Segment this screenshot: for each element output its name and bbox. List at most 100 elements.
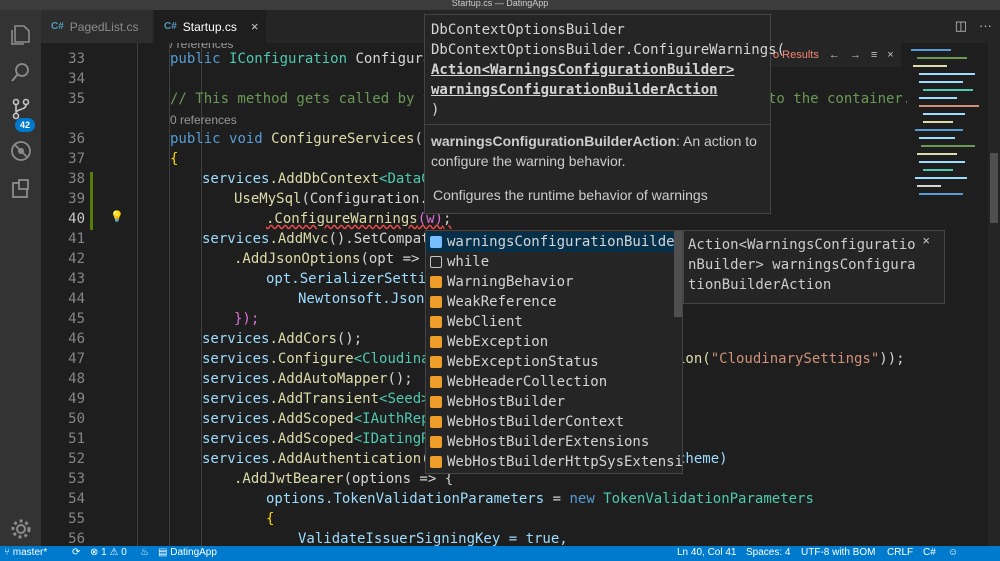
suggestion-item[interactable]: while [426, 252, 682, 272]
line-number: 39 [68, 191, 85, 207]
status-bar: ⑂ master* ⟳ ⊗ 1 ⚠ 0 ♨ ▤ DatingApp Ln 40,… [0, 546, 1000, 561]
suggestion-item[interactable]: WarningBehavior [426, 272, 682, 292]
title-bar: Startup.cs — DatingApp [0, 0, 1000, 10]
settings-gear-icon[interactable] [8, 516, 34, 542]
class-icon [430, 356, 442, 368]
sync-icon[interactable]: ⟳ [72, 547, 80, 558]
encoding-status[interactable]: UTF-8 with BOM [801, 547, 875, 558]
code-line-42: .AddJsonOptions(opt => { [234, 251, 437, 267]
activity-bar: 42 [0, 10, 41, 546]
code-line-45: }); [234, 311, 260, 327]
code-line-37: { [170, 151, 179, 167]
code-line-41: services.AddMvc().SetCompati [202, 231, 439, 247]
class-icon [430, 396, 442, 408]
parameter-documentation: warningsConfigurationBuilderAction: An a… [431, 133, 757, 169]
extensions-icon[interactable] [8, 176, 34, 202]
editor-actions: ◫ ··· [955, 18, 992, 34]
editor-scrollbar[interactable] [988, 43, 1000, 546]
code-line-44: Newtonsoft.Json. [298, 291, 433, 307]
more-actions-icon[interactable]: ··· [979, 18, 992, 34]
line-number: 34 [68, 71, 85, 87]
signature-method: DbContextOptionsBuilder.ConfigureWarning… [431, 42, 786, 58]
scm-badge: 42 [15, 118, 35, 132]
suggestion-item-selected[interactable]: warningsConfigurationBuilderA [426, 232, 682, 252]
code-line-43: opt.SerializerSettin [266, 271, 435, 287]
class-icon [430, 316, 442, 328]
code-line-35-tail: to the container. [768, 91, 907, 107]
problems-status[interactable]: ⊗ 1 ⚠ 0 [90, 547, 127, 558]
line-number: 42 [68, 251, 85, 267]
window-title: Startup.cs — DatingApp [451, 0, 549, 8]
suggestion-widget[interactable]: warningsConfigurationBuilderA while Warn… [425, 230, 683, 474]
line-number: 53 [68, 471, 85, 487]
line-number: 41 [68, 231, 85, 247]
code-line-47-tail: ion("CloudinarySettings")); [677, 351, 905, 367]
find-in-selection-icon[interactable]: ≡ [871, 49, 877, 61]
suggestion-scrollbar[interactable] [674, 231, 682, 317]
suggestion-item[interactable]: WebHostBuilderContext [426, 412, 682, 432]
line-number-gutter: 33 34 35 36 37 38 39 40 41 42 43 44 45 4… [41, 43, 111, 547]
signature-close-paren: ) [431, 102, 440, 118]
code-line-56: ValidateIssuerSigningKey = true, [298, 531, 568, 546]
scrollbar-thumb[interactable] [990, 153, 998, 223]
class-icon [430, 296, 442, 308]
language-status[interactable]: C# [923, 547, 936, 558]
tab-startup[interactable]: C# Startup.cs × [154, 10, 267, 43]
suggestion-item[interactable]: WebExceptionStatus [426, 352, 682, 372]
parameter-hints-popup: DbContextOptionsBuilder DbContextOptions… [424, 14, 786, 214]
indent-guide [137, 43, 138, 546]
code-line-38: services.AddDbContext<DataCo [202, 171, 439, 187]
line-number: 49 [68, 391, 85, 407]
cursor-position[interactable]: Ln 40, Col 41 [677, 547, 737, 558]
code-line-39: UseMySql(Configuration.G [234, 191, 437, 207]
feedback-icon[interactable]: ☺ [948, 547, 958, 558]
variable-icon [430, 236, 442, 248]
line-number: 33 [68, 51, 85, 67]
close-details-icon[interactable]: × [922, 233, 930, 248]
line-number: 38 [68, 171, 85, 187]
line-number: 55 [68, 511, 85, 527]
suggestion-item[interactable]: WebHostBuilderExtensions [426, 432, 682, 452]
code-line-33: public IConfiguration Configurati [170, 51, 449, 67]
suggestion-item[interactable]: WebClient [426, 312, 682, 332]
code-line-50: services.AddScoped<IAuthRepo [202, 411, 439, 427]
suggestion-details: Action<WarningsConfigurationBuilder> war… [683, 230, 945, 304]
flame-icon[interactable]: ♨ [140, 547, 149, 558]
code-line-52: services.AddAuthentication(J [202, 451, 438, 467]
line-number: 46 [68, 331, 85, 347]
tab-pagedlist[interactable]: C# PagedList.cs [41, 10, 154, 43]
find-widget: o Results ← → ≡ × [771, 43, 901, 67]
class-icon [430, 376, 442, 388]
close-tab-icon[interactable]: × [251, 19, 259, 34]
project-status[interactable]: ▤ DatingApp [158, 547, 217, 558]
code-line-49: services.AddTransient<Seed>( [202, 391, 439, 407]
codelens-references[interactable]: 0 references [170, 113, 237, 129]
previous-match-icon[interactable]: ← [829, 49, 840, 61]
indentation-status[interactable]: Spaces: 4 [746, 547, 790, 558]
branch-status[interactable]: ⑂ master* [4, 547, 47, 558]
line-number: 47 [68, 351, 85, 367]
search-icon[interactable] [8, 60, 34, 86]
class-icon [430, 416, 442, 428]
suggestion-item[interactable]: WebHeaderCollection [426, 372, 682, 392]
next-match-icon[interactable]: → [850, 49, 861, 61]
details-text: Action<WarningsConfigurationBuilder> war… [688, 237, 916, 293]
git-modified-indicator [90, 172, 93, 230]
keyword-icon [430, 256, 442, 268]
lightbulb-icon[interactable]: 💡 [110, 210, 124, 223]
eol-status[interactable]: CRLF [887, 547, 913, 558]
close-find-icon[interactable]: × [887, 49, 893, 61]
csharp-file-icon: C# [51, 21, 64, 32]
debug-icon[interactable] [8, 138, 34, 164]
code-line-35: // This method gets called by th [170, 91, 440, 107]
suggestion-item[interactable]: WebException [426, 332, 682, 352]
line-number: 37 [68, 151, 85, 167]
signature-param-type: Action<WarningsConfigurationBuilder> [431, 62, 735, 78]
suggestion-item[interactable]: WebHostBuilderHttpSysExtensi [426, 452, 682, 472]
suggestion-item[interactable]: WebHostBuilder [426, 392, 682, 412]
code-line-47: services.Configure<Cloudinar [202, 351, 439, 367]
suggestion-item[interactable]: WeakReference [426, 292, 682, 312]
explorer-icon[interactable] [8, 22, 34, 48]
signature-param-name: warningsConfigurationBuilderAction [431, 82, 718, 98]
split-editor-icon[interactable]: ◫ [955, 18, 967, 34]
